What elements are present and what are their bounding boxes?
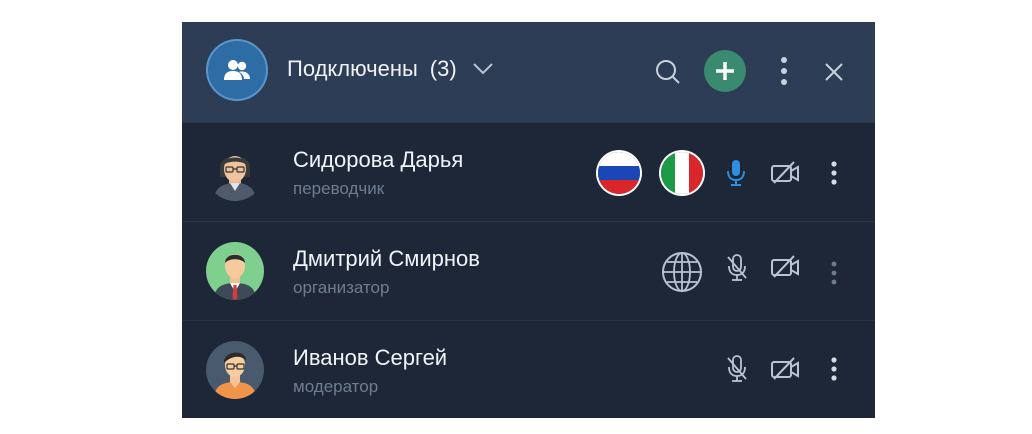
panel-title: Подключены bbox=[287, 56, 418, 81]
more-vertical-icon[interactable] bbox=[826, 259, 842, 287]
users-icon[interactable] bbox=[206, 39, 268, 101]
camera-off-icon[interactable] bbox=[769, 355, 801, 383]
participant-name: Иванов Сергей bbox=[293, 345, 448, 370]
camera-off-icon[interactable] bbox=[769, 253, 801, 281]
microphone-off-icon[interactable] bbox=[724, 353, 750, 385]
participant-name: Сидорова Дарья bbox=[293, 147, 464, 172]
camera-off-icon[interactable] bbox=[769, 159, 801, 187]
close-icon[interactable] bbox=[822, 60, 846, 84]
add-participant-button[interactable] bbox=[704, 50, 746, 92]
participant-row[interactable]: Дмитрий Смирнов организатор bbox=[182, 221, 875, 319]
microphone-off-icon[interactable] bbox=[724, 252, 750, 284]
flag-russia-icon[interactable] bbox=[598, 152, 640, 194]
search-icon[interactable] bbox=[654, 58, 682, 86]
participants-title[interactable]: Подключены (3) bbox=[287, 56, 493, 82]
microphone-icon[interactable] bbox=[724, 158, 748, 188]
avatar bbox=[206, 341, 264, 399]
participant-row[interactable]: Сидорова Дарья переводчик bbox=[182, 122, 875, 220]
more-vertical-icon[interactable] bbox=[826, 159, 842, 187]
chevron-down-icon[interactable] bbox=[472, 63, 493, 75]
more-vertical-icon[interactable] bbox=[774, 54, 794, 88]
avatar bbox=[206, 143, 264, 201]
participant-role: переводчик bbox=[293, 179, 385, 198]
participant-name: Дмитрий Смирнов bbox=[293, 246, 480, 271]
avatar bbox=[206, 242, 264, 300]
more-vertical-icon[interactable] bbox=[826, 355, 842, 383]
globe-icon[interactable] bbox=[660, 250, 704, 294]
participant-row[interactable]: Иванов Сергей модератор bbox=[182, 320, 875, 418]
panel-header: Подключены (3) bbox=[182, 22, 875, 122]
plus-icon bbox=[716, 62, 734, 80]
participant-count: (3) bbox=[429, 56, 457, 81]
participant-role: организатор bbox=[293, 278, 390, 297]
participant-role: модератор bbox=[293, 377, 379, 396]
participants-panel: Подключены (3) Сидорова Дарья переводчик… bbox=[182, 22, 875, 418]
flag-italy-icon[interactable] bbox=[661, 152, 703, 194]
